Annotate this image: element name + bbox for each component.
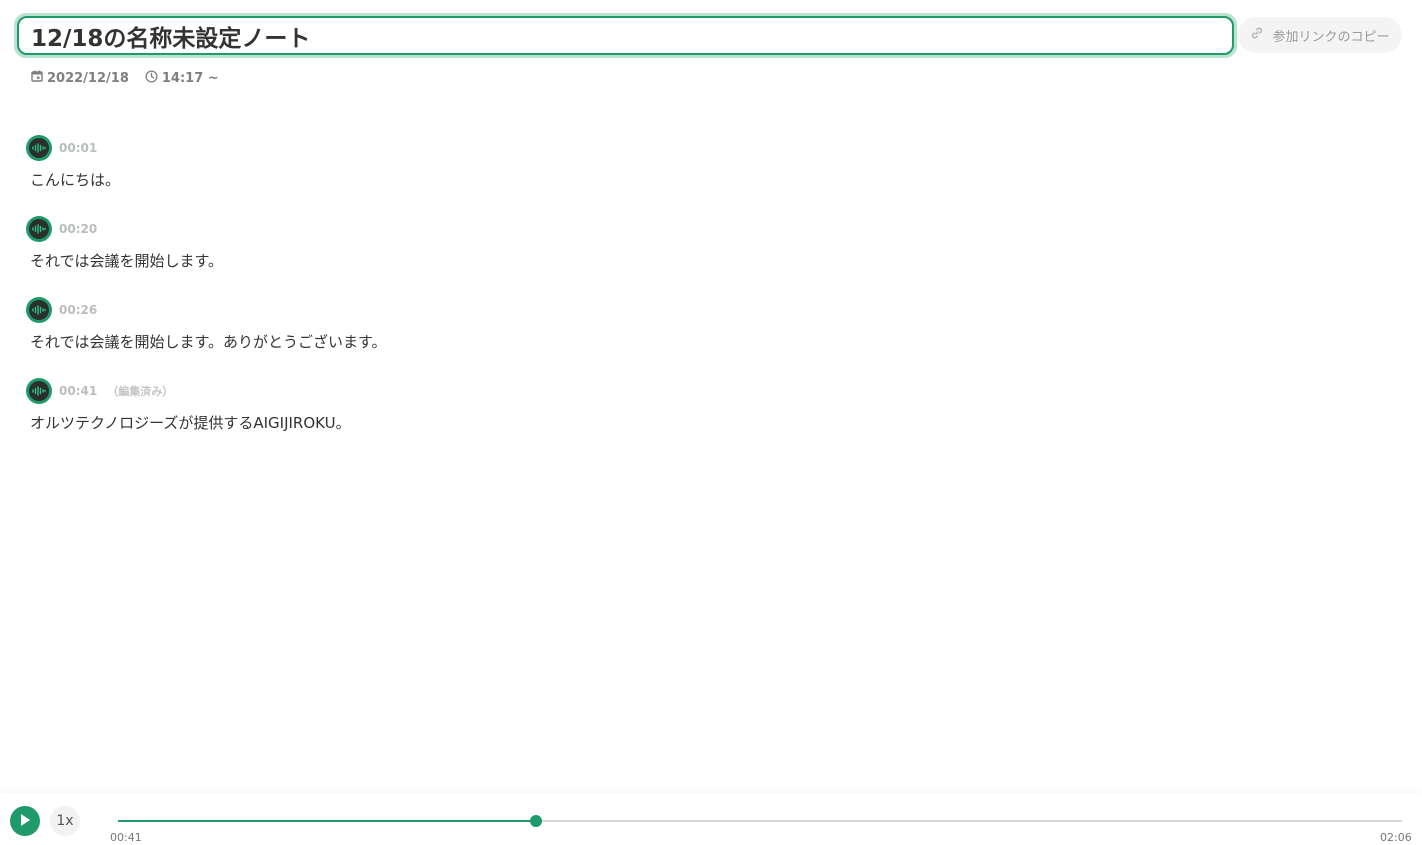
transcript-entry[interactable]: 00:20 それでは会議を開始します。 [26, 216, 1396, 297]
seek-bar[interactable] [118, 815, 1402, 827]
seek-bar-progress [118, 820, 536, 822]
note-time-text: 14:17 ~ [161, 70, 219, 86]
link-icon [1250, 26, 1264, 44]
copy-join-link-button[interactable]: 参加リンクのコピー [1238, 17, 1402, 53]
transcript-entry[interactable]: 00:26 それでは会議を開始します。ありがとうございます。 [26, 297, 1396, 378]
duration: 02:06 [1380, 831, 1412, 844]
seek-bar-handle[interactable] [529, 815, 542, 827]
sound-wave-icon [29, 138, 49, 158]
play-button[interactable] [10, 806, 40, 836]
transcript-text[interactable]: オルツテクノロジーズが提供するAIGIJIROKU。 [30, 412, 1396, 433]
transcript-entry-header: 00:41 （編集済み） [26, 378, 1396, 404]
copy-join-link-label: 参加リンクのコピー [1272, 29, 1390, 45]
audio-player: 1x 00:41 02:06 [0, 793, 1422, 845]
transcript-text[interactable]: それでは会議を開始します。ありがとうございます。 [30, 331, 1396, 352]
note-title-input[interactable] [17, 16, 1234, 55]
transcript-text[interactable]: こんにちは。 [30, 169, 1396, 190]
edited-label: （編集済み） [107, 385, 174, 398]
calendar-icon [31, 70, 43, 86]
current-time: 00:41 [110, 831, 142, 844]
playback-speed-button[interactable]: 1x [50, 806, 80, 836]
sound-wave-icon [29, 219, 49, 239]
play-icon [19, 813, 31, 830]
transcript-timestamp[interactable]: 00:41 [59, 384, 97, 398]
transcript-entry[interactable]: 00:41 （編集済み） オルツテクノロジーズが提供するAIGIJIROKU。 [26, 378, 1396, 459]
transcript-entry-header: 00:01 [26, 135, 1396, 161]
transcript-timestamp[interactable]: 00:26 [59, 303, 97, 317]
sound-wave-icon [29, 300, 49, 320]
transcript-text[interactable]: それでは会議を開始します。 [30, 250, 1396, 271]
sound-wave-icon [29, 381, 49, 401]
transcript-timestamp[interactable]: 00:20 [59, 222, 97, 236]
transcript-list: 00:01 こんにちは。 00:20 それでは会議を開始します。 00:26 そ… [26, 135, 1396, 459]
speaker-avatar [26, 216, 52, 242]
note-header: 参加リンクのコピー [14, 13, 1408, 58]
note-time: 14:17 ~ [145, 69, 219, 87]
title-field-wrapper [14, 13, 1237, 58]
speaker-avatar [26, 135, 52, 161]
transcript-entry-header: 00:20 [26, 216, 1396, 242]
transcript-entry-header: 00:26 [26, 297, 1396, 323]
note-date: 2022/12/18 [31, 70, 129, 86]
speaker-avatar [26, 297, 52, 323]
clock-icon [145, 69, 158, 87]
transcript-entry[interactable]: 00:01 こんにちは。 [26, 135, 1396, 216]
speaker-avatar [26, 378, 52, 404]
transcript-timestamp[interactable]: 00:01 [59, 141, 97, 155]
note-date-text: 2022/12/18 [47, 70, 129, 86]
note-meta: 2022/12/18 14:17 ~ [31, 68, 219, 88]
